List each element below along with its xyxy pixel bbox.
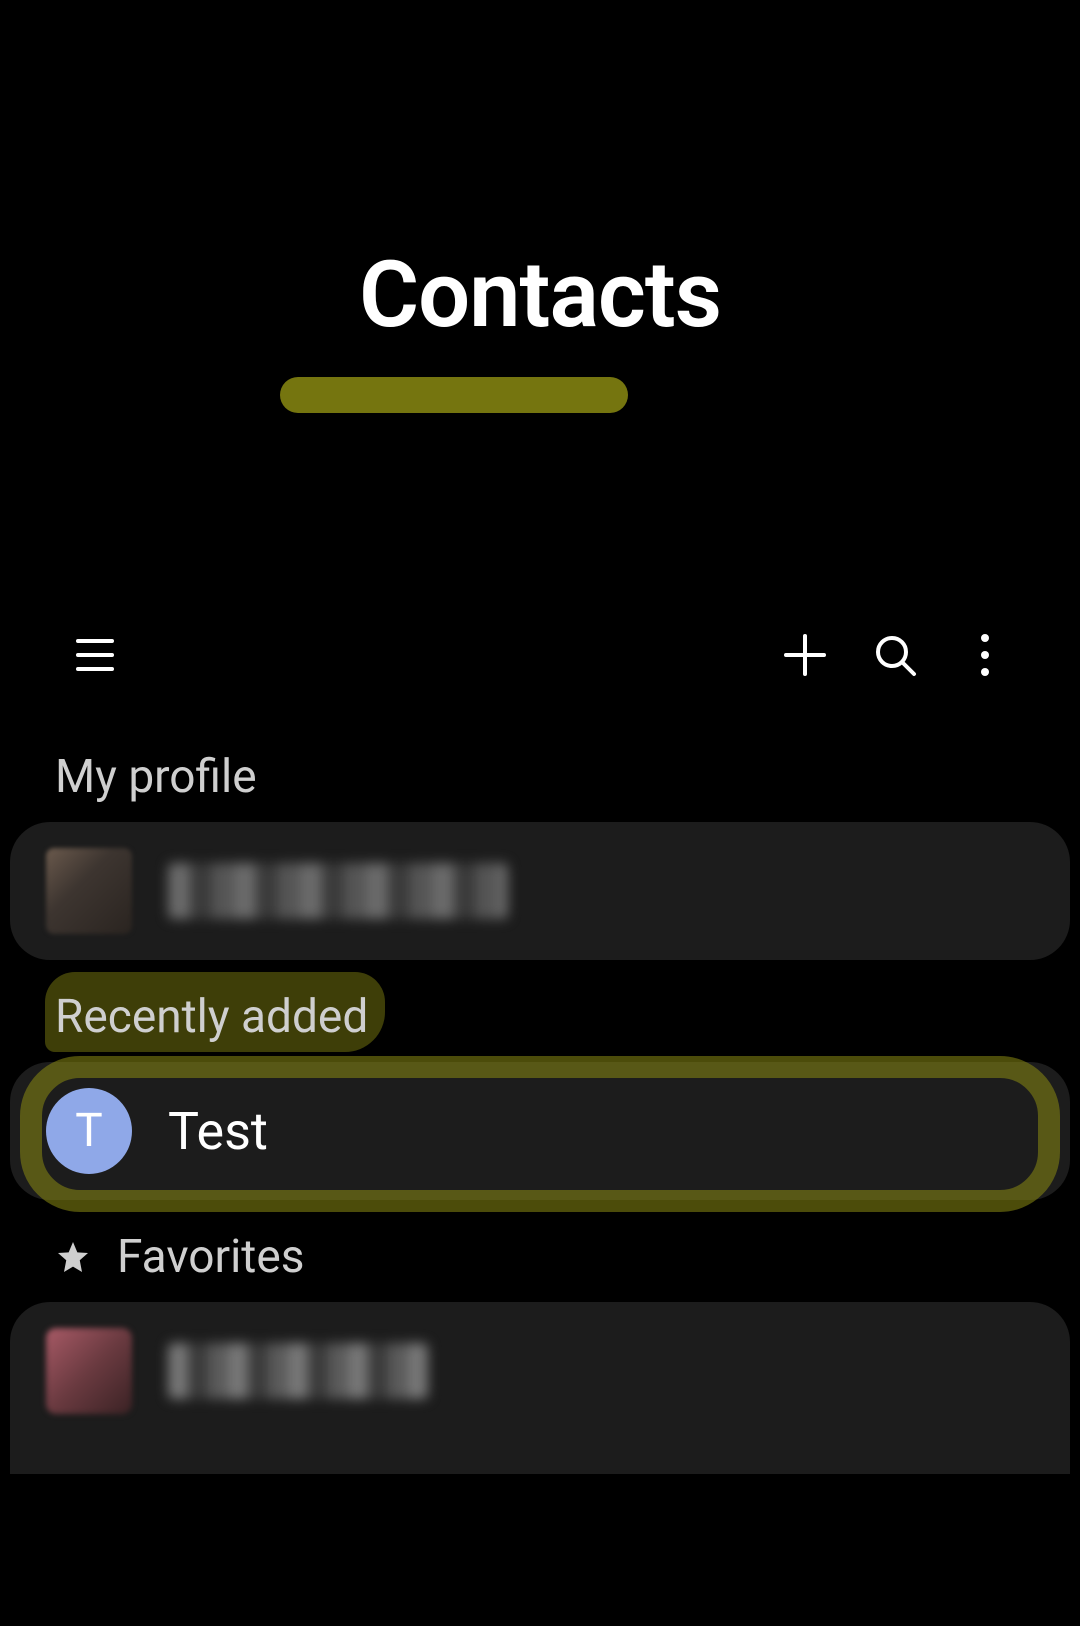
search-icon bbox=[872, 632, 918, 678]
favorite-contact-card[interactable] bbox=[10, 1302, 1070, 1474]
header-region: Contacts bbox=[0, 0, 1080, 590]
more-options-button[interactable] bbox=[940, 610, 1030, 700]
star-icon bbox=[55, 1239, 91, 1275]
profile-name-redacted bbox=[168, 863, 508, 919]
avatar bbox=[46, 1328, 132, 1414]
section-label-recently-added: Recently added bbox=[0, 960, 1080, 1062]
avatar-letter: T bbox=[75, 1104, 102, 1158]
my-profile-card[interactable] bbox=[10, 822, 1070, 960]
plus-icon bbox=[782, 632, 828, 678]
menu-button[interactable] bbox=[50, 610, 140, 700]
section-label-my-profile: My profile bbox=[0, 720, 1080, 822]
contact-name: Test bbox=[168, 1101, 268, 1162]
more-vertical-icon bbox=[979, 632, 991, 678]
add-contact-button[interactable] bbox=[760, 610, 850, 700]
search-button[interactable] bbox=[850, 610, 940, 700]
page-title: Contacts bbox=[359, 242, 721, 349]
section-label-favorites: Favorites bbox=[0, 1200, 1080, 1302]
recently-added-contact-card[interactable]: T Test bbox=[10, 1062, 1070, 1200]
favorites-label-text: Favorites bbox=[117, 1230, 304, 1284]
avatar bbox=[46, 848, 132, 934]
title-underline-annotation bbox=[280, 377, 628, 413]
menu-icon bbox=[76, 639, 114, 671]
favorite-name-redacted bbox=[168, 1343, 428, 1399]
avatar: T bbox=[46, 1088, 132, 1174]
toolbar bbox=[0, 590, 1080, 720]
contacts-screen: Contacts bbox=[0, 0, 1080, 1626]
recently-added-section: Recently added T Test bbox=[0, 960, 1080, 1200]
